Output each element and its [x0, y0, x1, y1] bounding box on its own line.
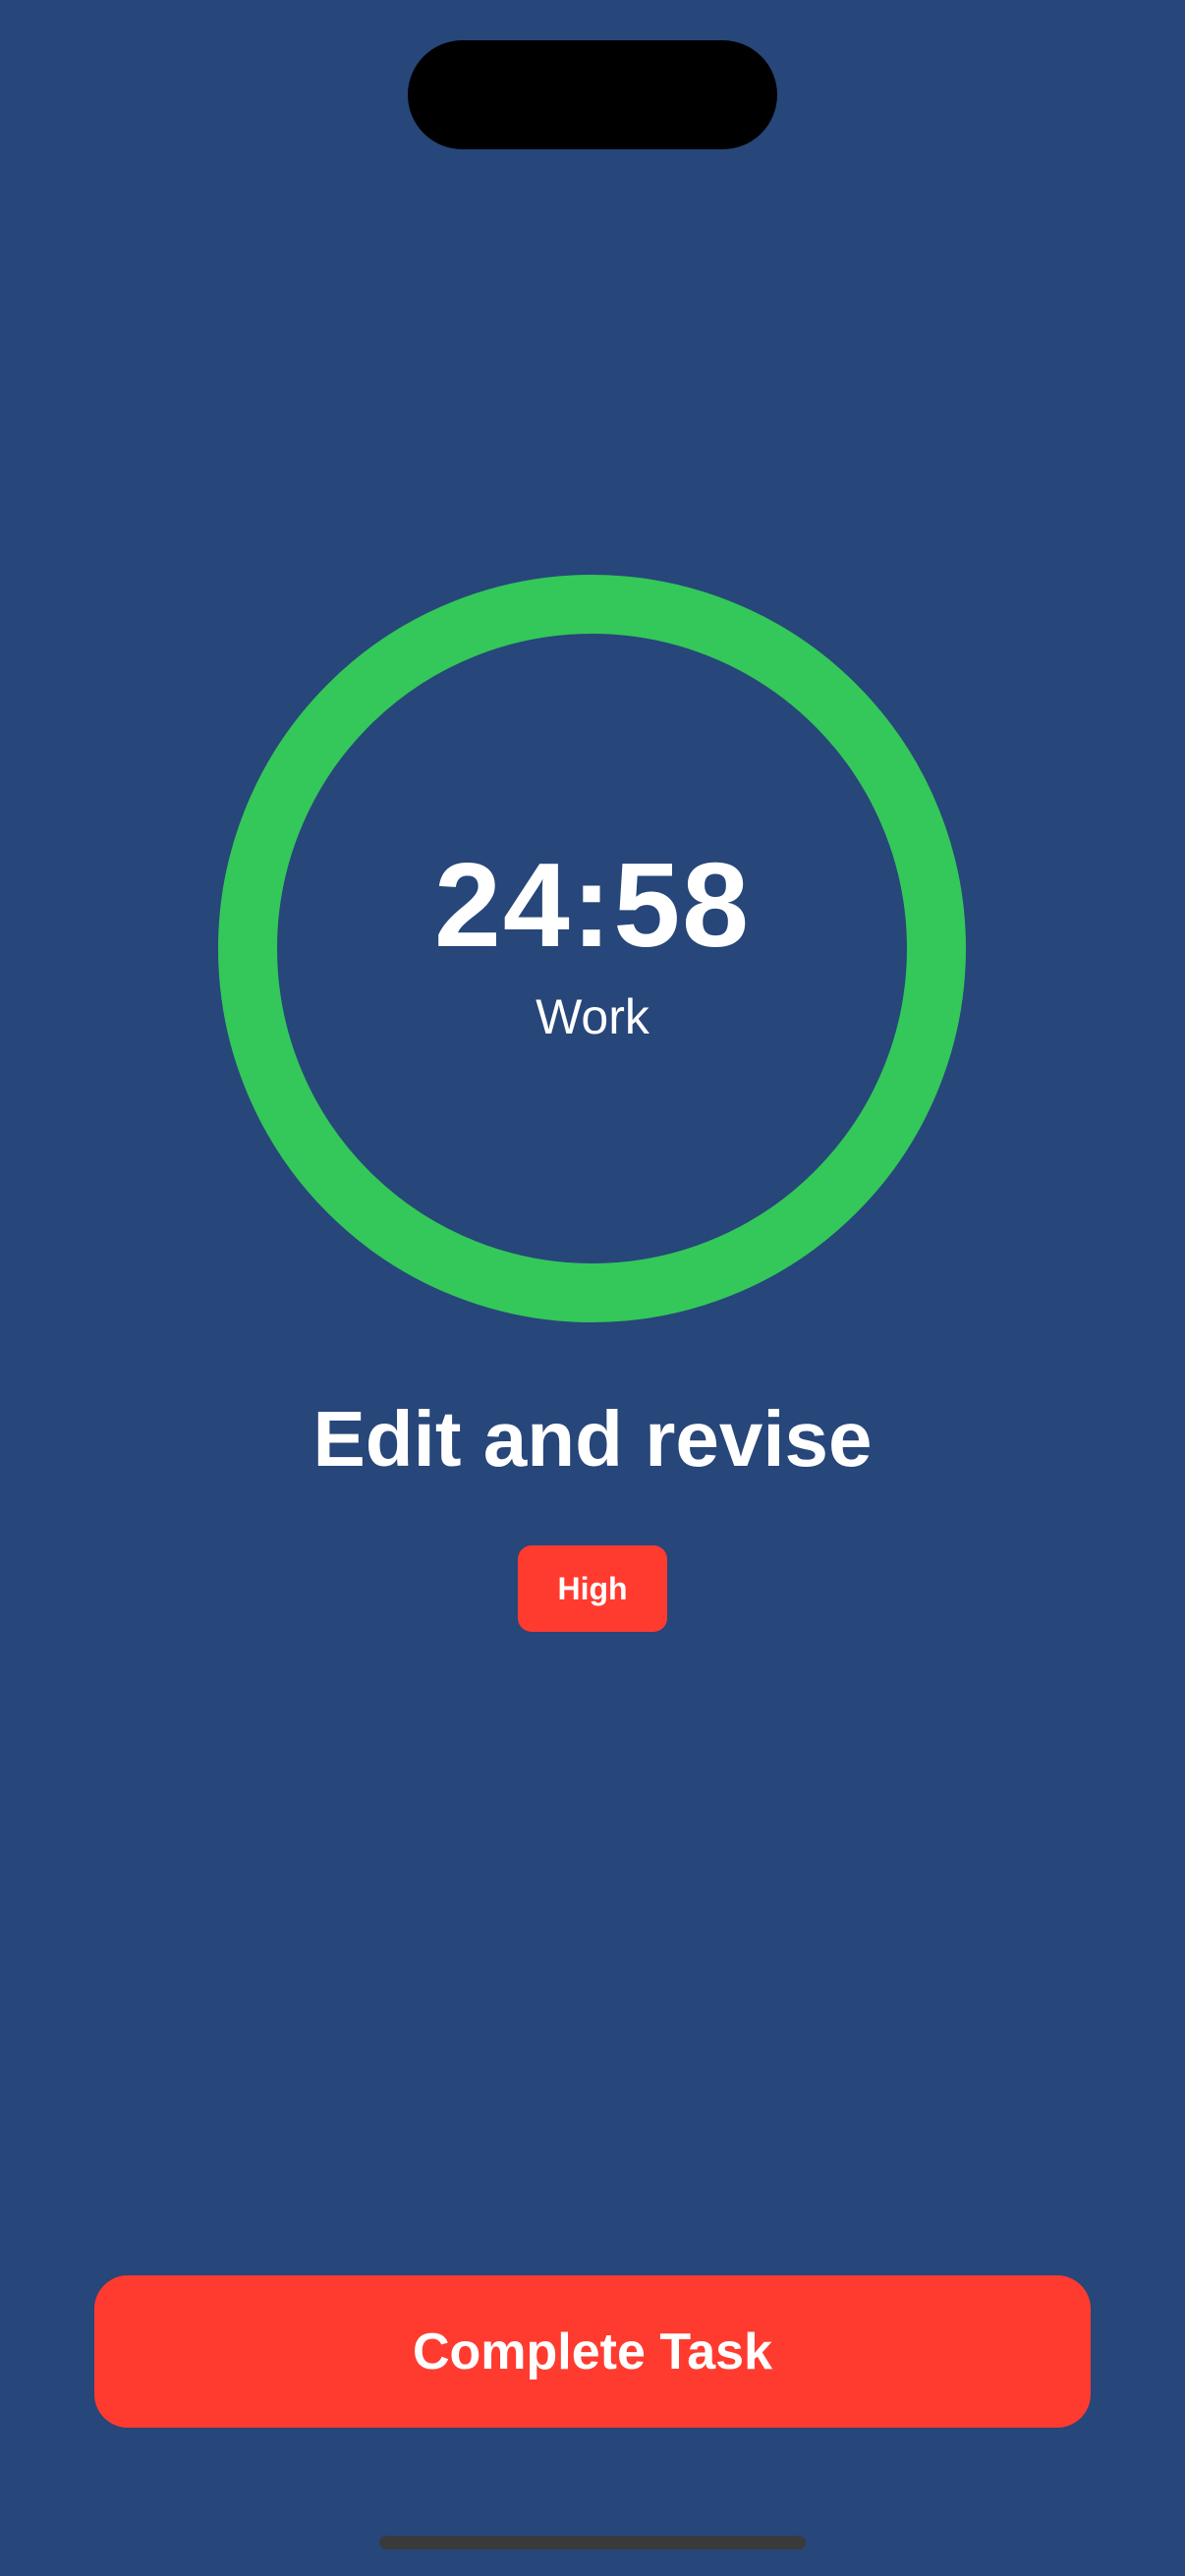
timer-display: 24:58: [433, 838, 752, 972]
home-indicator[interactable]: [379, 2536, 806, 2549]
complete-task-button[interactable]: Complete Task: [94, 2275, 1091, 2428]
task-title: Edit and revise: [312, 1395, 873, 1483]
timer-mode-label: Work: [536, 989, 649, 1044]
dynamic-island: [408, 40, 777, 149]
priority-badge: High: [518, 1545, 667, 1632]
